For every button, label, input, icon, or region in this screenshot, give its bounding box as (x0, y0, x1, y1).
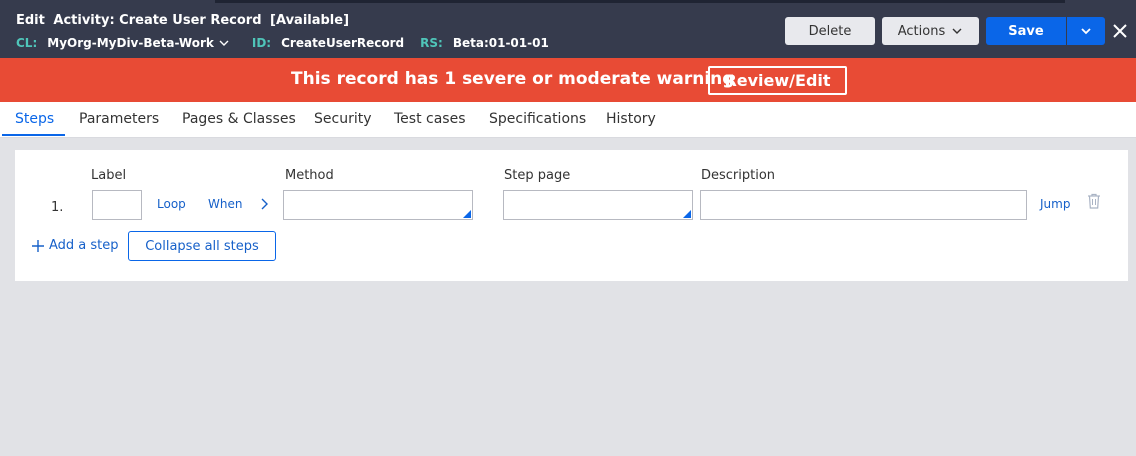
actions-button[interactable]: Actions (882, 17, 979, 45)
step-page-field[interactable] (503, 190, 693, 220)
steps-panel: Label Method Step page Description 1. Lo… (15, 150, 1128, 281)
chevron-down-icon[interactable] (218, 37, 230, 49)
step-label-field[interactable] (92, 190, 142, 220)
step-page-column-header: Step page (504, 168, 571, 183)
chevron-right-icon[interactable] (258, 196, 270, 212)
autocomplete-indicator-icon (683, 210, 691, 218)
add-step-button[interactable]: Add a step (31, 238, 119, 253)
when-link[interactable]: When (208, 197, 242, 211)
method-field[interactable] (283, 190, 473, 220)
review-edit-button[interactable]: Review/Edit (708, 66, 847, 95)
ruleset-value: Beta:01-01-01 (452, 36, 549, 50)
tab-pages-classes[interactable]: Pages & Classes (182, 111, 296, 127)
add-step-label: Add a step (49, 238, 119, 253)
close-icon[interactable] (1110, 21, 1130, 41)
tab-specifications[interactable]: Specifications (489, 111, 586, 127)
chevron-down-icon (952, 28, 962, 34)
active-tab-indicator (2, 134, 65, 136)
step-number: 1. (51, 200, 64, 215)
jump-link[interactable]: Jump (1040, 197, 1070, 211)
class-key: CL: (16, 36, 38, 50)
label-column-header: Label (91, 168, 127, 183)
tab-history[interactable]: History (606, 111, 656, 127)
trash-icon[interactable] (1087, 193, 1101, 209)
chevron-down-icon (1081, 28, 1091, 35)
record-header: Edit Activity: Create User Record [Avail… (0, 0, 1136, 58)
tab-test-cases[interactable]: Test cases (394, 111, 466, 127)
save-menu-button[interactable] (1067, 17, 1105, 45)
record-meta: CL: MyOrg-MyDiv-Beta-Work ID: CreateUser… (16, 36, 565, 50)
delete-button[interactable]: Delete (785, 17, 875, 45)
tab-steps[interactable]: Steps (15, 111, 54, 127)
description-field[interactable] (700, 190, 1027, 220)
autocomplete-indicator-icon (463, 210, 471, 218)
warning-banner: This record has 1 severe or moderate war… (0, 58, 1136, 102)
plus-icon (32, 239, 44, 252)
record-title-text: Activity: Create User Record (53, 13, 262, 28)
tab-bar: Steps Parameters Pages & Classes Securit… (0, 102, 1136, 138)
actions-label: Actions (897, 23, 946, 39)
record-title: Edit Activity: Create User Record [Avail… (16, 13, 353, 28)
class-value[interactable]: MyOrg-MyDiv-Beta-Work (47, 36, 214, 50)
availability-status: [Available] (270, 13, 350, 28)
method-column-header: Method (285, 168, 334, 183)
description-column-header: Description (701, 168, 776, 183)
ruleset-key: RS: (420, 36, 443, 50)
edit-label: Edit (16, 13, 45, 28)
tab-parameters[interactable]: Parameters (79, 111, 159, 127)
header-accent (215, 0, 1065, 3)
loop-link[interactable]: Loop (157, 197, 186, 211)
save-button[interactable]: Save (986, 17, 1066, 45)
id-value: CreateUserRecord (281, 36, 405, 50)
collapse-all-steps-button[interactable]: Collapse all steps (128, 231, 276, 261)
id-key: ID: (251, 36, 272, 50)
warning-message: This record has 1 severe or moderate war… (291, 69, 735, 89)
tab-security[interactable]: Security (314, 111, 372, 127)
